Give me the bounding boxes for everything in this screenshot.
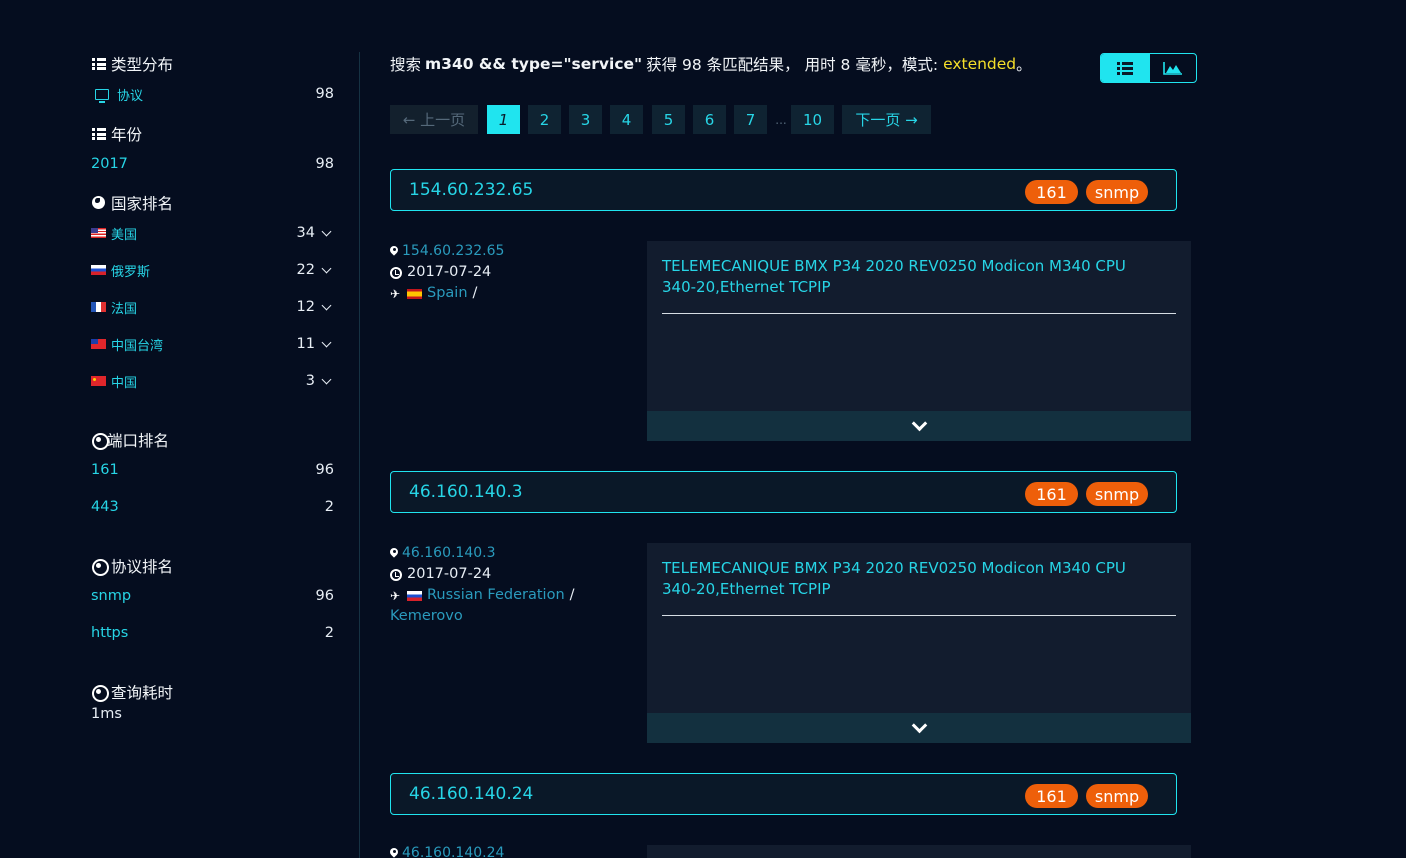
ru-flag-icon (91, 265, 106, 275)
page-7[interactable]: 7 (734, 105, 767, 134)
country-item-cn[interactable]: 中国 3 (91, 371, 337, 391)
query-time-title: 查询耗时 (91, 681, 173, 703)
pagination-ellipsis: ... (775, 112, 787, 127)
page-10[interactable]: 10 (791, 105, 834, 134)
area-chart-icon (1162, 62, 1182, 75)
list-icon (91, 126, 107, 142)
meta-country-link[interactable]: Russian Federation (427, 585, 565, 606)
port-item-443[interactable]: 443 2 (91, 497, 337, 517)
map-pin-icon (390, 548, 398, 560)
target-icon (91, 558, 109, 576)
page-4[interactable]: 4 (610, 105, 643, 134)
list-icon (1116, 61, 1133, 75)
banner-box (647, 845, 1191, 858)
type-item-protocol[interactable]: 协议 98 (91, 84, 337, 104)
chevron-down-icon[interactable] (321, 337, 332, 348)
plane-icon: ✈ (390, 588, 401, 603)
search-query: m340 && type="service" (425, 55, 643, 73)
result-ip[interactable]: 46.160.140.3 (409, 472, 523, 512)
chevron-down-icon[interactable] (321, 263, 332, 274)
result-host-bar[interactable]: 46.160.140.3 161 snmp (390, 471, 1177, 513)
country-item-us[interactable]: 美国 34 (91, 223, 337, 243)
meta-ip-link[interactable]: 46.160.140.24 (402, 843, 504, 858)
search-summary: 搜索 m340 && type="service" 获得 98 条匹配结果， 用… (390, 55, 1032, 74)
list-view-button[interactable] (1101, 54, 1149, 82)
page-2[interactable]: 2 (528, 105, 561, 134)
country-item-tw[interactable]: 中国台湾 11 (91, 334, 337, 354)
chevron-down-icon[interactable] (321, 374, 332, 385)
country-item-fr[interactable]: 法国 12 (91, 297, 337, 317)
sidebar: 类型分布 协议 98 年份 2017 98 国家排名 美国 34 俄罗斯 22 … (91, 0, 337, 858)
ru-flag-icon (407, 590, 422, 601)
protocol-ranking-title: 协议排名 (91, 555, 173, 577)
port-ranking-title: 端口排名 (91, 429, 169, 451)
result-meta: 46.160.140.3 2017-07-24 ✈ Russian Federa… (390, 543, 640, 627)
target-icon (91, 684, 109, 702)
cn-flag-icon (91, 376, 106, 386)
clock-icon (390, 568, 402, 581)
target-icon (91, 432, 109, 450)
port-badge[interactable]: 161 (1025, 180, 1078, 204)
page-1[interactable]: 1 (487, 105, 520, 134)
meta-ip-link[interactable]: 46.160.140.3 (402, 543, 496, 564)
result-meta: 46.160.140.24 (390, 843, 640, 858)
result-host-bar[interactable]: 154.60.232.65 161 snmp (390, 169, 1177, 211)
chevron-down-icon[interactable] (321, 300, 332, 311)
result-host-bar[interactable]: 46.160.140.24 161 snmp (390, 773, 1177, 815)
us-flag-icon (91, 228, 106, 238)
port-badge[interactable]: 161 (1025, 482, 1078, 506)
query-time-value: 1ms (91, 706, 122, 722)
clock-icon (390, 266, 402, 279)
list-icon (91, 56, 107, 72)
protocol-item-snmp[interactable]: snmp 96 (91, 586, 337, 606)
year-title: 年份 (91, 123, 142, 145)
result-meta: 154.60.232.65 2017-07-24 ✈ Spain / (390, 241, 640, 304)
year-item-2017[interactable]: 2017 98 (91, 154, 337, 174)
result-ip[interactable]: 46.160.140.24 (409, 774, 533, 814)
chevron-down-icon (911, 717, 927, 733)
meta-city-link[interactable]: Kemerovo (390, 606, 463, 627)
banner-divider (662, 615, 1176, 616)
banner-box: TELEMECANIQUE BMX P34 2020 REV0250 Modic… (647, 543, 1191, 743)
prev-page-button[interactable]: ← 上一页 (390, 105, 478, 134)
monitor-icon (95, 88, 109, 103)
expand-banner-button[interactable] (647, 411, 1191, 441)
banner-text: TELEMECANIQUE BMX P34 2020 REV0250 Modic… (662, 257, 1126, 296)
meta-ip-link[interactable]: 154.60.232.65 (402, 241, 504, 262)
result-ip[interactable]: 154.60.232.65 (409, 170, 533, 210)
es-flag-icon (407, 288, 422, 299)
country-ranking-title: 国家排名 (91, 192, 173, 214)
banner-divider (662, 313, 1176, 314)
banner-box: TELEMECANIQUE BMX P34 2020 REV0250 Modic… (647, 241, 1191, 441)
plane-icon: ✈ (390, 286, 401, 301)
globe-icon (91, 195, 107, 211)
page-5[interactable]: 5 (652, 105, 685, 134)
port-badge[interactable]: 161 (1025, 784, 1078, 808)
chevron-down-icon[interactable] (321, 226, 332, 237)
port-item-161[interactable]: 161 96 (91, 460, 337, 480)
page-3[interactable]: 3 (569, 105, 602, 134)
page-6[interactable]: 6 (693, 105, 726, 134)
type-distribution-title: 类型分布 (91, 53, 173, 75)
search-mode: extended (943, 55, 1017, 73)
protocol-badge[interactable]: snmp (1086, 482, 1148, 506)
next-page-button[interactable]: 下一页 → (842, 105, 931, 134)
protocol-badge[interactable]: snmp (1086, 180, 1148, 204)
chevron-down-icon (911, 415, 927, 431)
country-item-ru[interactable]: 俄罗斯 22 (91, 260, 337, 280)
fr-flag-icon (91, 302, 106, 312)
map-pin-icon (390, 246, 398, 258)
banner-text: TELEMECANIQUE BMX P34 2020 REV0250 Modic… (662, 559, 1126, 598)
vertical-divider (359, 52, 360, 858)
meta-date: 2017-07-24 (407, 264, 492, 280)
meta-date: 2017-07-24 (407, 566, 492, 582)
protocol-item-https[interactable]: https 2 (91, 623, 337, 643)
protocol-badge[interactable]: snmp (1086, 784, 1148, 808)
chart-view-button[interactable] (1148, 54, 1197, 82)
expand-banner-button[interactable] (647, 713, 1191, 743)
view-toggle (1100, 53, 1197, 83)
tw-flag-icon (91, 339, 106, 349)
meta-country-link[interactable]: Spain (427, 283, 468, 304)
map-pin-icon (390, 848, 398, 858)
